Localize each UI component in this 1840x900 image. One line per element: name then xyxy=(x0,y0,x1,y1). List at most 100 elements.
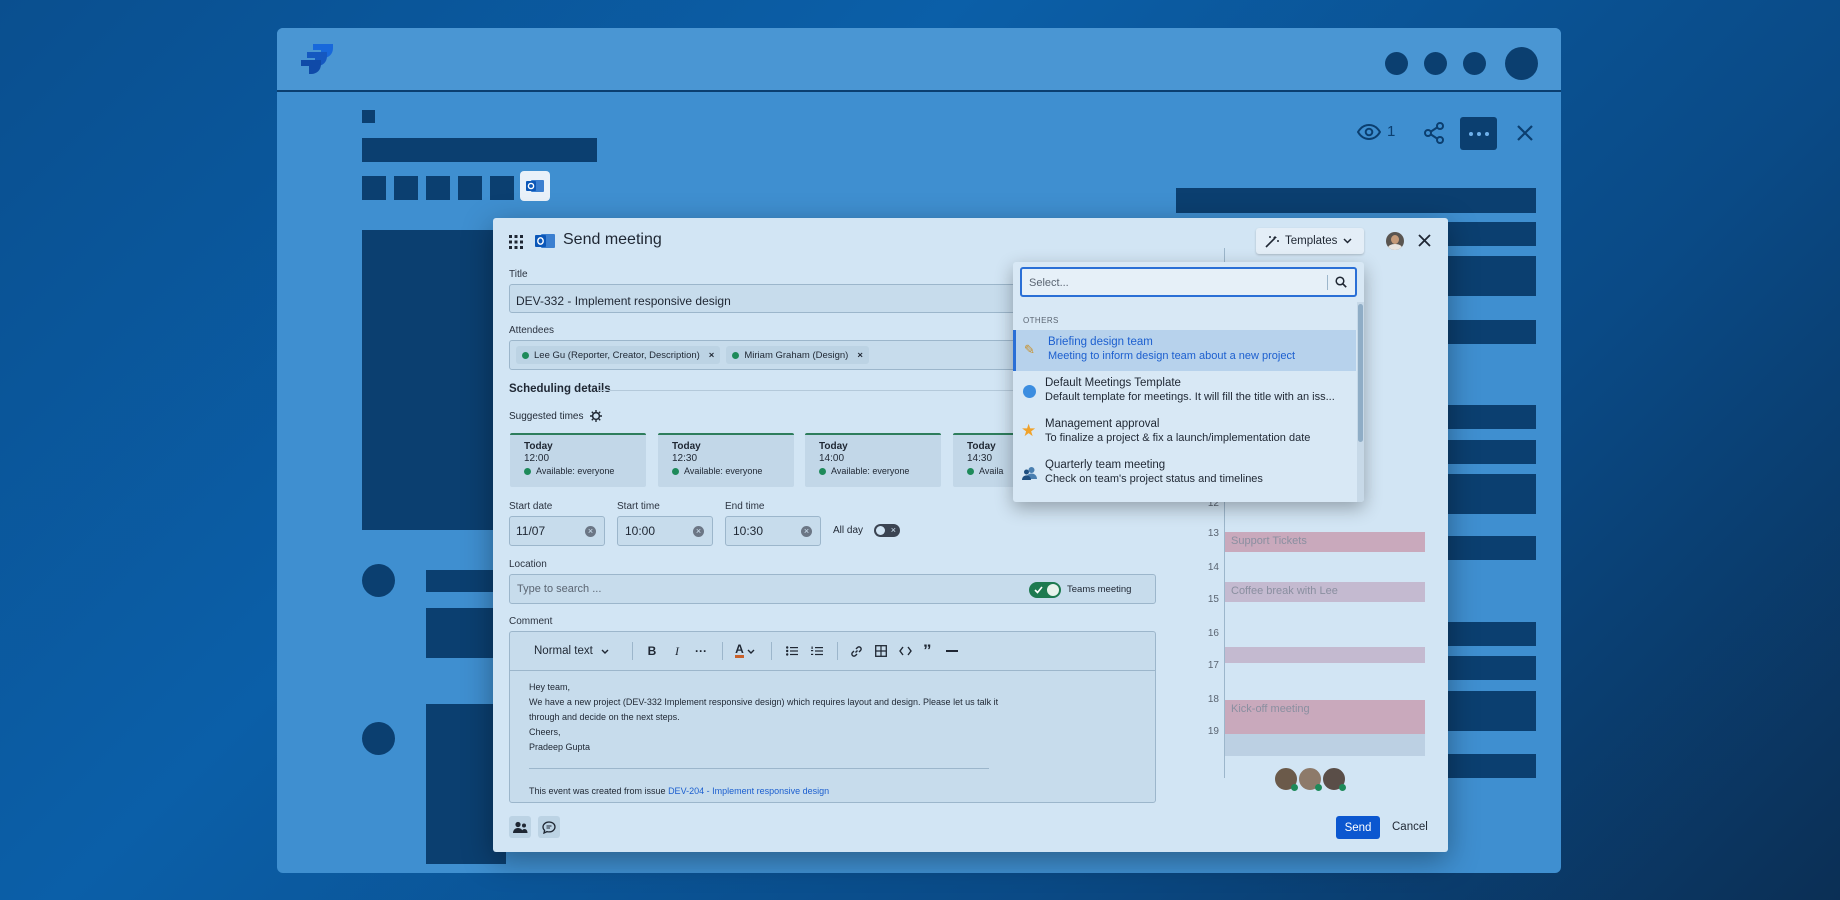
chat-button[interactable] xyxy=(538,816,560,838)
start-date-input[interactable]: 11/07 × xyxy=(509,516,605,546)
code-icon[interactable] xyxy=(899,646,912,656)
people-icon xyxy=(1022,467,1037,480)
option-name: Management approval xyxy=(1045,418,1160,430)
template-option[interactable]: ✎ Briefing design team Meeting to inform… xyxy=(1013,330,1356,371)
title-value: DEV-332 - Implement responsive design xyxy=(516,294,731,308)
comment-line: Cheers, xyxy=(529,727,561,737)
header-circle-2[interactable] xyxy=(1424,52,1447,75)
start-time-value: 10:00 xyxy=(625,524,656,538)
share-icon[interactable] xyxy=(1423,122,1445,144)
outlook-icon xyxy=(526,180,544,192)
location-input[interactable]: Type to search ... Teams meeting xyxy=(509,574,1156,604)
all-day-label: All day xyxy=(833,525,864,536)
slot-day: Today xyxy=(819,441,848,452)
end-time-input[interactable]: 10:30 × xyxy=(725,516,821,546)
template-option[interactable]: ★ Management approval To finalize a proj… xyxy=(1013,412,1356,453)
option-description: To finalize a project & fix a launch/imp… xyxy=(1045,432,1311,444)
footer-prefix: This event was created from issue xyxy=(529,786,669,796)
suggested-times-label: Suggested times xyxy=(509,411,584,422)
clear-icon[interactable]: × xyxy=(801,525,812,537)
italic-icon[interactable]: I xyxy=(666,644,688,659)
close-issue-icon[interactable] xyxy=(1516,124,1534,142)
placeholder-square xyxy=(362,110,375,123)
location-label: Location xyxy=(509,559,547,570)
divider xyxy=(1327,275,1328,290)
text-style-dropdown[interactable]: Normal text xyxy=(534,645,630,657)
more-actions-button[interactable] xyxy=(1460,117,1497,150)
option-name: Quarterly team meeting xyxy=(1045,459,1166,471)
template-search-input[interactable]: Select... xyxy=(1020,267,1357,297)
send-button[interactable]: Send xyxy=(1336,816,1380,839)
remove-attendee-icon[interactable]: × xyxy=(709,350,715,361)
title-input[interactable]: DEV-332 - Implement responsive design xyxy=(509,284,1019,313)
slot-time: 14:30 xyxy=(967,453,993,464)
presence-dot xyxy=(1339,784,1346,791)
template-option[interactable]: Quarterly team meeting Check on team's p… xyxy=(1013,453,1356,494)
clear-icon[interactable]: × xyxy=(585,525,596,537)
editor-toolbar: Normal text B I ··· A ” xyxy=(510,632,1155,671)
suggested-slot[interactable]: Today 12:30 Available: everyone xyxy=(658,433,794,487)
cancel-button[interactable]: Cancel xyxy=(1392,821,1428,833)
jira-logo-icon xyxy=(301,44,333,74)
people-add-icon xyxy=(512,821,527,833)
text-style-label: Normal text xyxy=(534,645,593,657)
suggested-slot[interactable]: Today 14:00 Available: everyone xyxy=(805,433,941,487)
hour-label: 18 xyxy=(1207,694,1219,705)
start-time-input[interactable]: 10:00 × xyxy=(617,516,713,546)
teams-meeting-toggle[interactable] xyxy=(1029,582,1061,598)
option-description: Meeting to inform design team about a ne… xyxy=(1048,350,1296,362)
header-circle-1[interactable] xyxy=(1385,52,1408,75)
header-circle-3[interactable] xyxy=(1463,52,1486,75)
attendee-chip: Miriam Graham (Design) × xyxy=(726,346,869,364)
quote-icon[interactable]: ” xyxy=(923,642,932,659)
app-grid-icon[interactable] xyxy=(509,235,523,249)
comment-editor[interactable]: Normal text B I ··· A ” Hey team, We hav… xyxy=(509,631,1156,803)
start-date-value: 11/07 xyxy=(516,524,546,538)
app-header xyxy=(277,28,1561,92)
hour-label: 17 xyxy=(1207,660,1219,671)
search-icon[interactable] xyxy=(1335,276,1347,288)
bold-icon[interactable]: B xyxy=(638,644,666,658)
slot-availability: Available: everyone xyxy=(831,466,910,476)
watch-button[interactable]: 1 xyxy=(1357,123,1395,140)
outlook-icon xyxy=(535,234,555,248)
divider xyxy=(599,390,1019,391)
bullet-list-icon[interactable] xyxy=(786,646,798,656)
clear-icon[interactable]: × xyxy=(693,525,704,537)
hour-label: 15 xyxy=(1207,594,1219,605)
attendees-input[interactable]: Lee Gu (Reporter, Creator, Description) ×… xyxy=(509,340,1019,370)
table-icon[interactable] xyxy=(875,645,887,657)
link-icon[interactable] xyxy=(850,645,863,658)
calendar-event[interactable]: Support Tickets xyxy=(1225,532,1425,552)
comment-line: Pradeep Gupta xyxy=(529,742,591,752)
templates-label: Templates xyxy=(1285,235,1338,247)
issue-link[interactable]: DEV-204 - Implement responsive design xyxy=(668,786,829,796)
numbered-list-icon[interactable] xyxy=(811,646,823,656)
group-heading: OTHERS xyxy=(1023,316,1059,325)
template-option[interactable]: Default Meetings Template Default templa… xyxy=(1013,371,1356,412)
slot-day: Today xyxy=(672,441,701,452)
outlook-app-button[interactable] xyxy=(520,171,550,201)
close-icon[interactable] xyxy=(1417,233,1432,248)
remove-attendee-icon[interactable]: × xyxy=(857,350,863,361)
calendar-event[interactable]: Coffee break with Lee xyxy=(1225,582,1425,602)
calendar-event-block[interactable] xyxy=(1225,647,1425,663)
settings-gear-icon[interactable] xyxy=(590,410,602,422)
slot-time: 12:00 xyxy=(524,453,550,464)
attendee-name: Lee Gu (Reporter, Creator, Description) xyxy=(534,349,700,361)
text-color-icon[interactable]: A xyxy=(727,643,763,658)
check-icon xyxy=(1034,586,1043,594)
comment-line: through and decide on the next steps. xyxy=(529,712,680,722)
hour-label: 16 xyxy=(1207,628,1219,639)
more-formatting-icon[interactable]: ··· xyxy=(688,644,714,658)
dropdown-scrollbar-track[interactable] xyxy=(1357,302,1364,502)
suggested-slot[interactable]: Today 12:00 Available: everyone xyxy=(510,433,646,487)
calendar-slot xyxy=(1225,734,1425,756)
all-day-toggle[interactable]: × xyxy=(874,524,900,537)
add-attendees-button[interactable] xyxy=(509,816,531,838)
divider-icon[interactable] xyxy=(945,650,958,652)
header-avatar[interactable] xyxy=(1505,47,1538,80)
comment-body: Hey team, We have a new project (DEV-332… xyxy=(529,680,998,755)
calendar-event[interactable]: Kick-off meeting xyxy=(1225,700,1425,734)
dropdown-scrollbar-thumb[interactable] xyxy=(1358,304,1363,442)
